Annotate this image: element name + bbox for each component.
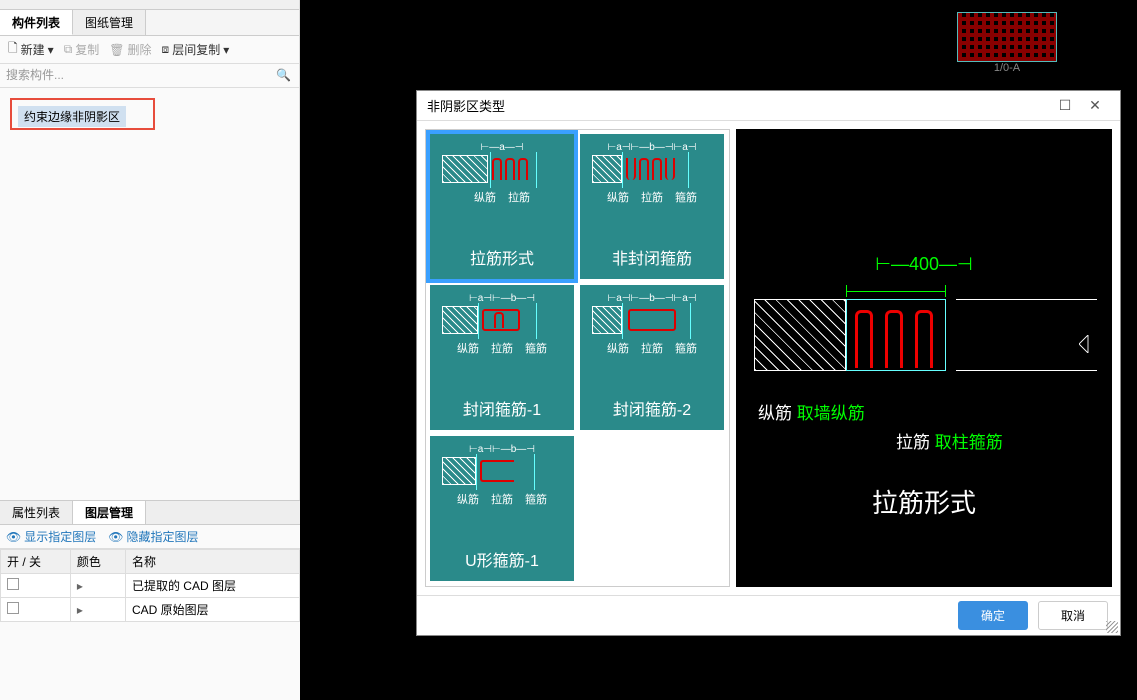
close-icon[interactable]: ✕	[1080, 97, 1110, 114]
option-nonclosed[interactable]: ⊢a⊣⊢—b—⊣⊢a⊣ 纵筋 拉筋 箍筋	[580, 134, 724, 279]
tab-drawings[interactable]: 图纸管理	[73, 10, 146, 35]
window-title-strip	[0, 0, 299, 10]
tab-components[interactable]: 构件列表	[0, 10, 73, 35]
preview-label-2: 拉筋 取柱箍筋	[896, 428, 1102, 453]
col-color: 颜色	[70, 550, 125, 574]
option-title: 封闭箍筋-1	[463, 396, 541, 420]
chevron-down-icon: ▾	[223, 43, 229, 57]
tree-item-constraint-edge[interactable]: 约束边缘非阴影区	[18, 106, 126, 127]
left-tab-bar: 构件列表 图纸管理	[0, 10, 299, 36]
table-row[interactable]: ▸ CAD 原始图层	[1, 598, 300, 622]
show-layer-button[interactable]: 👁 显示指定图层	[6, 528, 96, 545]
layer-show-icon: 👁	[6, 530, 21, 544]
checkbox[interactable]	[7, 578, 19, 590]
expand-icon[interactable]: ▸	[77, 579, 83, 593]
layer-table: 开 / 关 颜色 名称 ▸ 已提取的 CAD 图层 ▸ CAD 原始图层	[0, 549, 300, 622]
floor-copy-button[interactable]: ⧈ 层间复制 ▾	[162, 41, 230, 58]
preview-dimension: ⊢—400—⊣	[746, 254, 1102, 275]
option-title: 封闭箍筋-2	[613, 396, 691, 420]
component-toolbar: 🗋 新建 ▾ ⧉ 复制 🗑 删除 ⧈ 层间复制 ▾	[0, 36, 299, 64]
left-panel: 构件列表 图纸管理 🗋 新建 ▾ ⧉ 复制 🗑 删除 ⧈ 层间复制 ▾ 搜索构件…	[0, 0, 300, 700]
dialog-titlebar: 非阴影区类型 ☐ ✕	[417, 91, 1120, 121]
preview-title: 拉筋形式	[746, 483, 1102, 520]
copy-icon: ⧉	[64, 42, 73, 57]
option-title: U形箍筋-1	[465, 547, 539, 571]
new-button[interactable]: 🗋 新建 ▾	[8, 39, 54, 60]
trash-icon: 🗑	[109, 43, 124, 57]
search-icon: 🔍	[276, 68, 291, 82]
preview-label-1: 纵筋 取墙纵筋	[758, 399, 1102, 424]
drawing-canvas[interactable]: 1/0-A 非阴影区类型 ☐ ✕ ⊢—a—⊣	[300, 0, 1137, 700]
copy-button[interactable]: ⧉ 复制	[64, 41, 100, 58]
search-input[interactable]: 搜索构件... 🔍	[0, 64, 299, 88]
preview-diagram	[746, 285, 1102, 395]
dialog-footer: 确定 取消	[417, 595, 1120, 635]
hide-layer-button[interactable]: 👁 隐藏指定图层	[108, 528, 198, 545]
col-onoff: 开 / 关	[1, 550, 71, 574]
col-name: 名称	[125, 550, 299, 574]
expand-icon[interactable]: ▸	[77, 603, 83, 617]
layers-icon: ⧈	[162, 42, 170, 57]
dialog-title-text: 非阴影区类型	[427, 96, 505, 115]
ok-button[interactable]: 确定	[958, 601, 1028, 630]
background-drawing: 1/0-A	[927, 12, 1087, 82]
option-grid: ⊢—a—⊣ 纵筋 拉筋	[425, 129, 730, 587]
dialog-body: ⊢—a—⊣ 纵筋 拉筋	[417, 121, 1120, 595]
option-title: 拉筋形式	[470, 245, 534, 269]
layer-hide-icon: 👁	[108, 530, 123, 544]
cancel-button[interactable]: 取消	[1038, 601, 1108, 630]
option-lajin[interactable]: ⊢—a—⊣ 纵筋 拉筋	[430, 134, 574, 279]
option-closed-1[interactable]: ⊢a⊣⊢—b—⊣	[430, 285, 574, 430]
table-row[interactable]: ▸ 已提取的 CAD 图层	[1, 574, 300, 598]
resize-grip-icon[interactable]	[1106, 621, 1118, 633]
option-title: 非封闭箍筋	[612, 245, 692, 269]
layer-toolbar: 👁 显示指定图层 👁 隐藏指定图层	[0, 525, 300, 549]
preview-pane: ⊢—400—⊣ 纵筋 取墙纵筋	[736, 129, 1112, 587]
bottom-tab-bar: 属性列表 图层管理	[0, 501, 300, 525]
highlight-annotation: 约束边缘非阴影区	[10, 98, 155, 130]
tab-properties[interactable]: 属性列表	[0, 501, 73, 524]
bottom-panel: 属性列表 图层管理 👁 显示指定图层 👁 隐藏指定图层 开 / 关 颜色 名称 …	[0, 500, 300, 700]
option-u-1[interactable]: ⊢a⊣⊢—b—⊣ 纵筋 拉筋 箍筋	[430, 436, 574, 581]
delete-button[interactable]: 🗑 删除	[109, 41, 151, 58]
file-icon: 🗋	[8, 39, 18, 60]
checkbox[interactable]	[7, 602, 19, 614]
tab-layer-mgmt[interactable]: 图层管理	[73, 501, 146, 524]
type-dialog: 非阴影区类型 ☐ ✕ ⊢—a—⊣	[416, 90, 1121, 636]
option-closed-2[interactable]: ⊢a⊣⊢—b—⊣⊢a⊣ 纵筋 拉筋 箍筋	[580, 285, 724, 430]
chevron-down-icon: ▾	[48, 43, 54, 57]
maximize-icon[interactable]: ☐	[1050, 97, 1080, 114]
